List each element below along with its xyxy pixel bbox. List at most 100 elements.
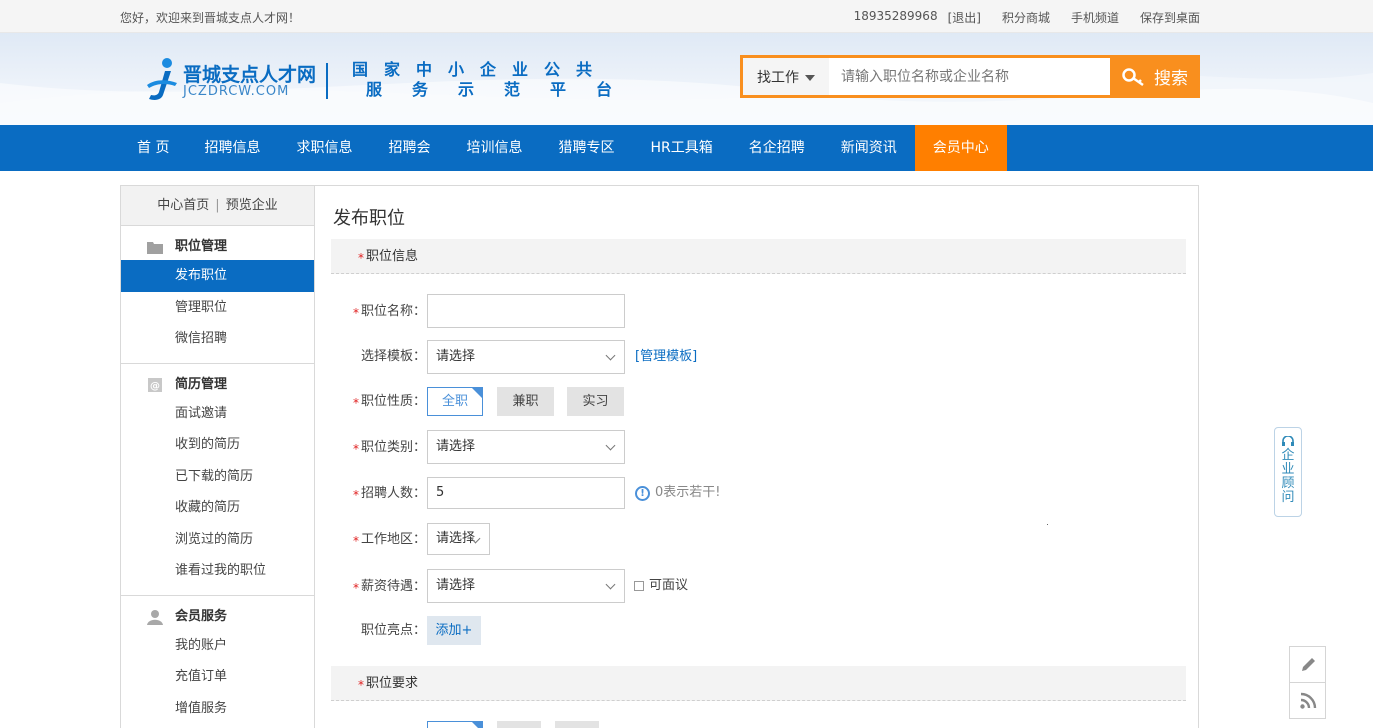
sidebar-group-member: 会员服务 我的账户 充值订单 增值服务	[121, 596, 314, 728]
sidebar-group-label: 职位管理	[175, 239, 228, 254]
row-count: * 招聘人数： 5 ! 0表示若干!	[331, 477, 1171, 509]
sidebar-item-orders[interactable]: 充值订单	[121, 661, 314, 693]
user-icon	[147, 609, 163, 625]
row-template: 选择模板： 请选择 [管理模板]	[331, 340, 1171, 374]
nav-headhunting[interactable]: 猎聘专区	[540, 125, 632, 171]
page-title: 发布职位	[333, 208, 405, 229]
top-bar: 您好，欢迎来到晋城支点人才网！ 18935289968 [退出] 积分商城 手机…	[0, 0, 1373, 33]
area-select[interactable]: 请选择	[427, 523, 490, 555]
resume-icon: @	[148, 377, 162, 392]
pencil-icon	[1301, 657, 1315, 671]
count-input[interactable]: 5	[427, 477, 625, 509]
site-logo[interactable]: 晋城支点人才网 JCZDRCW.COM	[145, 55, 320, 103]
job-name-label: * 职位名称：	[352, 304, 426, 320]
user-phone[interactable]: 18935289968	[854, 9, 938, 26]
sidebar-item-who-viewed[interactable]: 谁看过我的职位	[121, 555, 314, 587]
sidebar-item-browsed[interactable]: 浏览过的简历	[121, 524, 314, 556]
center-home-link[interactable]: 中心首页	[157, 198, 209, 213]
nav-member-center[interactable]: 会员中心	[914, 125, 1007, 171]
sidebar-group-resumes: @ 简历管理 面试邀请 收到的简历 已下载的简历 收藏的简历 浏览过的简历 谁看…	[121, 364, 314, 596]
sidebar-group-title: 会员服务	[121, 604, 314, 630]
nature-option-parttime[interactable]: 兼职	[497, 387, 554, 416]
search-type-select[interactable]: 找工作	[743, 58, 829, 95]
requirement-option[interactable]	[497, 721, 541, 728]
row-salary: * 薪资待遇： 请选择 可面议	[331, 569, 1171, 603]
logo-title: 晋城支点人才网	[183, 64, 317, 86]
section-title: 职位信息	[366, 249, 419, 264]
required-mark: *	[358, 678, 364, 692]
negotiable-label: 可面议	[649, 578, 689, 593]
headset-icon	[1282, 436, 1294, 446]
nav-hr-toolbox[interactable]: HR工具箱	[632, 125, 730, 171]
requirement-option[interactable]	[555, 721, 599, 728]
negotiable-checkbox[interactable]: 可面议	[634, 569, 688, 603]
advisor-label: 企业顾问	[1281, 448, 1295, 505]
sidebar-item-value-added[interactable]: 增值服务	[121, 693, 314, 725]
nav-training[interactable]: 培训信息	[448, 125, 540, 171]
site-header: 晋城支点人才网 JCZDRCW.COM 国家中小企业公共 服务示范平台 找工作 …	[0, 33, 1373, 125]
slogan-line-2: 服务示范平台	[366, 80, 643, 99]
sidebar-group-jobs: 职位管理 发布职位 管理职位 微信招聘	[121, 226, 314, 364]
section-title: 职位要求	[366, 676, 419, 691]
manage-template-link[interactable]: [管理模板]	[635, 340, 697, 374]
nature-label: * 职位性质：	[352, 394, 426, 410]
nature-option-intern[interactable]: 实习	[567, 387, 624, 416]
search-button[interactable]: 搜索	[1110, 55, 1200, 98]
chevron-down-icon	[805, 75, 815, 81]
logout-link[interactable]: [退出]	[948, 9, 981, 26]
row-job-name: * 职位名称：	[331, 294, 1171, 328]
sidebar-item-account[interactable]: 我的账户	[121, 630, 314, 662]
nav-famous-companies[interactable]: 名企招聘	[731, 125, 823, 171]
requirement-option-selected[interactable]	[427, 721, 483, 728]
sidebar-group-label: 简历管理	[175, 376, 228, 392]
post-job-form: 发布职位 * 职位信息 * 职位名称： 选择模板： 请选择 [管理模板] * 职位性质…	[316, 186, 1198, 728]
main-nav: 首 页 招聘信息 求职信息 招聘会 培训信息 猎聘专区 HR工具箱 名企招聘 新…	[0, 125, 1373, 171]
search-button-label: 搜索	[1154, 69, 1188, 89]
info-icon: !	[635, 485, 650, 501]
sidebar-item-manage-jobs[interactable]: 管理职位	[121, 292, 314, 324]
add-highlight-button[interactable]: 添加+	[427, 616, 481, 645]
nav-job-seeking[interactable]: 求职信息	[278, 125, 370, 171]
top-links: 18935289968 [退出] 积分商城 手机频道 保存到桌面	[854, 9, 1200, 26]
area-label: * 工作地区：	[352, 532, 426, 548]
sidebar-item-post-job[interactable]: 发布职位	[121, 260, 314, 292]
svg-text:@: @	[150, 381, 160, 392]
sidebar-item-downloaded[interactable]: 已下载的简历	[121, 461, 314, 493]
highlight-label: 职位亮点：	[360, 623, 426, 638]
sidebar-item-wechat-recruit[interactable]: 微信招聘	[121, 323, 314, 355]
mobile-channel-link[interactable]: 手机频道	[1071, 9, 1119, 26]
nature-option-fulltime[interactable]: 全职	[427, 387, 483, 416]
sidebar-item-received[interactable]: 收到的简历	[121, 429, 314, 461]
nav-recruitment[interactable]: 招聘信息	[186, 125, 278, 171]
preview-company-link[interactable]: 预览企业	[226, 198, 278, 213]
sidebar-item-interview[interactable]: 面试邀请	[121, 398, 314, 430]
count-hint-text: 0表示若干!	[655, 485, 721, 500]
category-label: * 职位类别：	[352, 440, 426, 456]
nav-job-fair[interactable]: 招聘会	[370, 125, 448, 171]
salary-select[interactable]: 请选择	[427, 569, 625, 603]
section-job-info: * 职位信息	[331, 239, 1186, 274]
search-key-icon	[1122, 67, 1144, 86]
search-input[interactable]	[829, 58, 1110, 95]
slogan-line-1: 国家中小企业公共	[352, 60, 609, 79]
points-mall-link[interactable]: 积分商城	[1002, 9, 1050, 26]
save-desktop-link[interactable]: 保存到桌面	[1140, 9, 1200, 26]
header-slogan: 国家中小企业公共 服务示范平台	[352, 60, 642, 100]
sidebar-item-favorites[interactable]: 收藏的简历	[121, 492, 314, 524]
job-name-input[interactable]	[427, 294, 625, 328]
member-panel: 中心首页 | 预览企业 职位管理 发布职位 管理职位 微信招聘 @ 简历管理 面试邀…	[120, 185, 1199, 728]
stray-dot	[1047, 524, 1048, 525]
edit-float-button[interactable]	[1289, 646, 1326, 683]
enterprise-advisor-button[interactable]: 企业顾问	[1274, 427, 1302, 517]
count-label: * 招聘人数：	[352, 486, 426, 502]
row-category: * 职位类别： 请选择	[331, 430, 1171, 464]
checkbox-box[interactable]	[634, 581, 644, 591]
nav-home[interactable]: 首 页	[120, 125, 186, 171]
nav-news[interactable]: 新闻资讯	[823, 125, 915, 171]
rss-float-button[interactable]	[1289, 682, 1326, 719]
search-box: 找工作 搜索	[740, 55, 1200, 98]
welcome-text: 您好，欢迎来到晋城支点人才网！	[120, 11, 301, 25]
row-requirements-partial	[331, 721, 1171, 728]
category-select[interactable]: 请选择	[427, 430, 625, 464]
template-select[interactable]: 请选择	[427, 340, 625, 374]
